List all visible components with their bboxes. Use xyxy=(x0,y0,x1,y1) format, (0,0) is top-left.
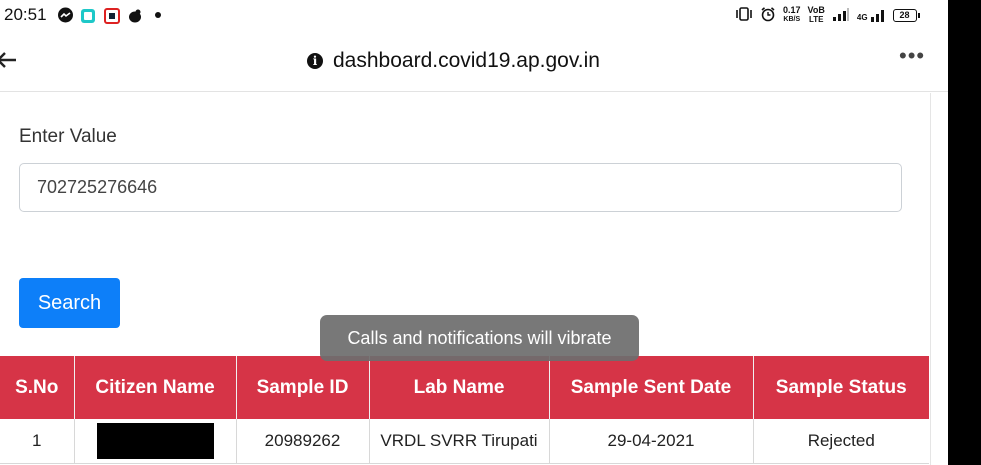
vibrate-icon xyxy=(735,6,753,25)
header-status: Sample Status xyxy=(752,356,929,419)
network-type: 4G xyxy=(856,13,868,22)
cell-lab-name: VRDL SVRR Tirupati xyxy=(368,419,549,464)
redaction-box xyxy=(96,422,214,459)
header-sno: S.No xyxy=(0,356,74,419)
signal-icon xyxy=(832,7,850,24)
speed-value: 0.17 xyxy=(783,5,801,15)
search-button[interactable]: Search xyxy=(19,278,120,328)
cell-citizen-name xyxy=(73,419,236,464)
volte-bottom: LTE xyxy=(808,15,824,24)
info-icon[interactable]: i xyxy=(307,53,323,69)
header-sent-date: Sample Sent Date xyxy=(548,356,753,419)
network-speed: 0.17 KB/S xyxy=(783,6,801,24)
toast-notification: Calls and notifications will vibrate xyxy=(320,315,639,361)
screen-edge xyxy=(948,0,981,465)
battery-icon: 28 xyxy=(892,8,920,22)
url-text: dashboard.covid19.ap.gov.in xyxy=(333,49,600,72)
signal-4g-icon: 4G xyxy=(857,8,886,22)
bug-icon xyxy=(127,7,143,24)
cell-status: Rejected xyxy=(752,419,929,464)
value-input[interactable] xyxy=(19,163,902,212)
cell-sno: 1 xyxy=(0,419,74,464)
table-header-row: S.No Citizen Name Sample ID Lab Name Sam… xyxy=(0,356,929,419)
header-sample-id: Sample ID xyxy=(235,356,369,419)
results-table: S.No Citizen Name Sample ID Lab Name Sam… xyxy=(0,356,929,464)
cell-sent-date: 29-04-2021 xyxy=(548,419,753,464)
browser-address-bar: i dashboard.covid19.ap.gov.in ••• xyxy=(0,30,948,92)
header-citizen-name: Citizen Name xyxy=(73,356,236,419)
clock: 20:51 xyxy=(4,5,47,24)
cell-sample-id: 20989262 xyxy=(235,419,369,464)
enter-value-label: Enter Value xyxy=(19,126,117,147)
notification-icon xyxy=(104,7,120,24)
table-row: 1 20989262 VRDL SVRR Tirupati 29-04-2021… xyxy=(0,419,929,464)
status-icons: 0.17 KB/S VoB LTE 4G 28 xyxy=(735,5,920,25)
messenger-icon xyxy=(57,7,74,24)
more-options-icon[interactable]: ••• xyxy=(899,43,925,69)
app-icon xyxy=(80,7,96,24)
volte-top: VoB xyxy=(807,5,825,15)
battery-level: 28 xyxy=(899,9,910,20)
header-lab-name: Lab Name xyxy=(368,356,549,419)
status-bar: 20:51 0.17 KB/S VoB LTE 4G 28 xyxy=(0,0,948,30)
alarm-icon xyxy=(760,6,776,25)
page-edge-divider xyxy=(930,93,931,465)
volte-indicator: VoB LTE xyxy=(807,5,825,25)
back-arrow-icon[interactable] xyxy=(0,48,16,76)
phone-screen: 20:51 0.17 KB/S VoB LTE 4G 28 i dashboar… xyxy=(0,0,948,465)
more-notifications-dot xyxy=(155,12,161,18)
url-field[interactable]: i dashboard.covid19.ap.gov.in xyxy=(307,49,600,73)
speed-unit: KB/S xyxy=(783,16,801,23)
